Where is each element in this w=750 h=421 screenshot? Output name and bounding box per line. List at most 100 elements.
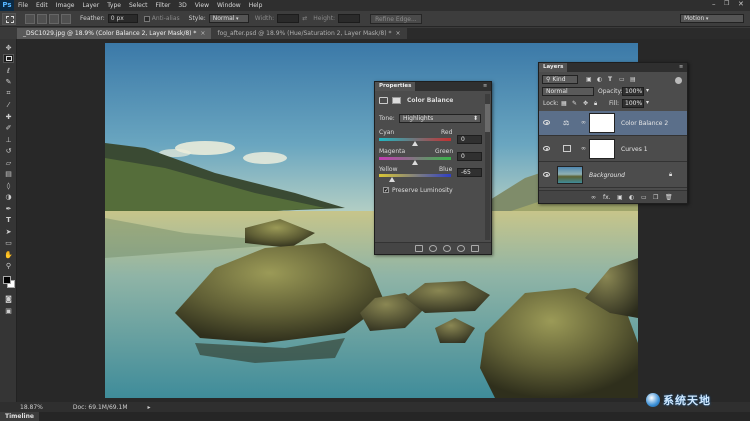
quick-select-tool-icon[interactable]: ✎ (3, 77, 14, 86)
filter-pixel-icon[interactable]: ▣ (586, 76, 592, 83)
quick-mask-icon[interactable]: ◙ (3, 294, 14, 303)
layers-tab[interactable]: Layers (539, 63, 568, 72)
shape-tool-icon[interactable]: ▭ (3, 238, 14, 247)
tab-close-icon[interactable]: × (200, 28, 205, 39)
layer-mask-icon[interactable] (392, 97, 401, 104)
tool-preset-picker[interactable] (2, 12, 16, 25)
visibility-icon[interactable] (457, 245, 465, 252)
fill-dropdown-icon[interactable]: ▾ (646, 99, 649, 106)
tab-dsc1029[interactable]: _DSC1029.jpg @ 18.9% (Color Balance 2, L… (17, 28, 212, 39)
minimize-icon[interactable]: – (712, 0, 716, 8)
brush-tool-icon[interactable]: ✐ (3, 123, 14, 132)
magenta-green-slider-thumb[interactable] (412, 160, 418, 165)
marquee-tool-icon[interactable] (3, 54, 14, 63)
status-menu-icon[interactable]: ▸ (148, 404, 151, 411)
restore-icon[interactable]: ❐ (724, 0, 729, 7)
visibility-eye-icon[interactable] (543, 120, 550, 125)
blur-tool-icon[interactable]: ◊ (3, 181, 14, 190)
trash-icon[interactable]: 🗑︎ (665, 194, 673, 201)
new-adjustment-icon[interactable]: ◐ (629, 194, 634, 201)
cyan-red-value[interactable]: 0 (457, 135, 482, 144)
gradient-tool-icon[interactable]: ▤ (3, 169, 14, 178)
menu-image[interactable]: Image (52, 0, 79, 11)
path-selection-tool-icon[interactable]: ➤ (3, 227, 14, 236)
filter-shape-icon[interactable]: ▭ (619, 76, 625, 83)
blend-mode-select[interactable]: Normal (542, 87, 594, 96)
view-previous-icon[interactable] (429, 245, 437, 252)
move-tool-icon[interactable]: ✥ (3, 43, 14, 52)
menu-type[interactable]: Type (103, 0, 125, 11)
dodge-tool-icon[interactable]: ◑ (3, 192, 14, 201)
feather-input[interactable]: 0 px (107, 14, 138, 23)
layer-style-button[interactable]: fx. (603, 194, 611, 201)
lock-image-icon[interactable]: ✎ (572, 100, 577, 107)
tab-fog-after[interactable]: fog_after.psd @ 18.9% (Hue/Saturation 2,… (211, 28, 407, 39)
new-layer-icon[interactable]: ❐ (653, 194, 658, 201)
healing-brush-tool-icon[interactable]: ✚ (3, 112, 14, 121)
workspace-switcher[interactable]: Motion (680, 14, 744, 23)
style-select[interactable]: Normal (208, 14, 249, 23)
close-icon[interactable]: ✕ (738, 0, 744, 8)
zoom-level[interactable]: 18.87% (20, 404, 43, 411)
menu-file[interactable]: File (14, 0, 32, 11)
filter-toggle-icon[interactable] (675, 77, 682, 84)
menu-help[interactable]: Help (245, 0, 267, 11)
panel-menu-icon[interactable]: ≡ (679, 64, 683, 70)
properties-tab[interactable]: Properties (375, 82, 416, 91)
layer-name[interactable]: Background (589, 172, 625, 179)
add-mask-icon[interactable]: ▣ (617, 194, 623, 201)
refine-edge-button[interactable]: Refine Edge... (370, 13, 422, 24)
clone-stamp-tool-icon[interactable]: ⊥ (3, 135, 14, 144)
filter-type-icon[interactable]: T (608, 76, 612, 83)
lock-position-icon[interactable]: ✥ (583, 100, 588, 107)
menu-edit[interactable]: Edit (32, 0, 52, 11)
eraser-tool-icon[interactable]: ▱ (3, 158, 14, 167)
layer-color-balance-2[interactable]: ⚖ ∞ Color Balance 2 (539, 111, 687, 136)
zoom-tool-icon[interactable]: ⚲ (3, 261, 14, 270)
type-tool-icon[interactable]: T (3, 215, 14, 224)
menu-3d[interactable]: 3D (174, 0, 190, 11)
timeline-tab[interactable]: Timeline (0, 412, 39, 421)
new-selection-icon[interactable] (25, 13, 35, 24)
hand-tool-icon[interactable]: ✋ (3, 250, 14, 259)
height-input[interactable] (338, 14, 361, 23)
add-selection-icon[interactable] (37, 13, 47, 24)
menu-filter[interactable]: Filter (152, 0, 175, 11)
menu-view[interactable]: View (191, 0, 213, 11)
yellow-blue-value[interactable]: -65 (457, 168, 482, 177)
filter-adjustment-icon[interactable]: ◐ (597, 76, 602, 83)
filter-smart-object-icon[interactable]: ▤ (630, 76, 636, 83)
menu-select[interactable]: Select (125, 0, 152, 11)
preserve-luminosity-checkbox[interactable]: ✓ (383, 187, 389, 194)
lasso-tool-icon[interactable]: ℓ (3, 66, 14, 75)
link-layers-icon[interactable]: ∞ (591, 194, 596, 201)
subtract-selection-icon[interactable] (49, 13, 59, 24)
properties-panel-header[interactable]: Properties ≡ (375, 82, 491, 91)
menu-window[interactable]: Window (213, 0, 245, 11)
visibility-eye-icon[interactable] (543, 172, 550, 177)
width-input[interactable] (277, 14, 300, 23)
panel-menu-icon[interactable]: ≡ (483, 83, 487, 89)
opacity-dropdown-icon[interactable]: ▾ (646, 87, 649, 94)
trash-icon[interactable] (471, 245, 479, 252)
layer-name[interactable]: Color Balance 2 (621, 120, 668, 127)
lock-all-icon[interactable]: 🔒︎ (594, 100, 597, 108)
mask-link-icon[interactable]: ∞ (581, 145, 586, 152)
new-group-icon[interactable]: ▭ (641, 194, 647, 201)
reset-icon[interactable] (443, 245, 451, 252)
cyan-red-slider-thumb[interactable] (412, 141, 418, 146)
layer-name[interactable]: Curves 1 (621, 146, 648, 153)
layers-panel-header[interactable]: Layers ≡ (539, 63, 687, 72)
layer-curves-1[interactable]: ∞ Curves 1 (539, 137, 687, 162)
history-brush-tool-icon[interactable]: ↺ (3, 146, 14, 155)
menu-layer[interactable]: Layer (78, 0, 103, 11)
antialias-checkbox[interactable] (143, 15, 150, 22)
opacity-input[interactable]: 100% (622, 87, 644, 96)
visibility-eye-icon[interactable] (543, 146, 550, 151)
swap-dimensions-icon[interactable]: ⇄ (302, 15, 307, 22)
fill-input[interactable]: 100% (622, 99, 644, 108)
pen-tool-icon[interactable]: ✒ (3, 204, 14, 213)
tone-select[interactable]: Highlights ⬍ (399, 114, 481, 123)
magenta-green-value[interactable]: 0 (457, 152, 482, 161)
properties-scrollbar[interactable] (485, 94, 490, 240)
